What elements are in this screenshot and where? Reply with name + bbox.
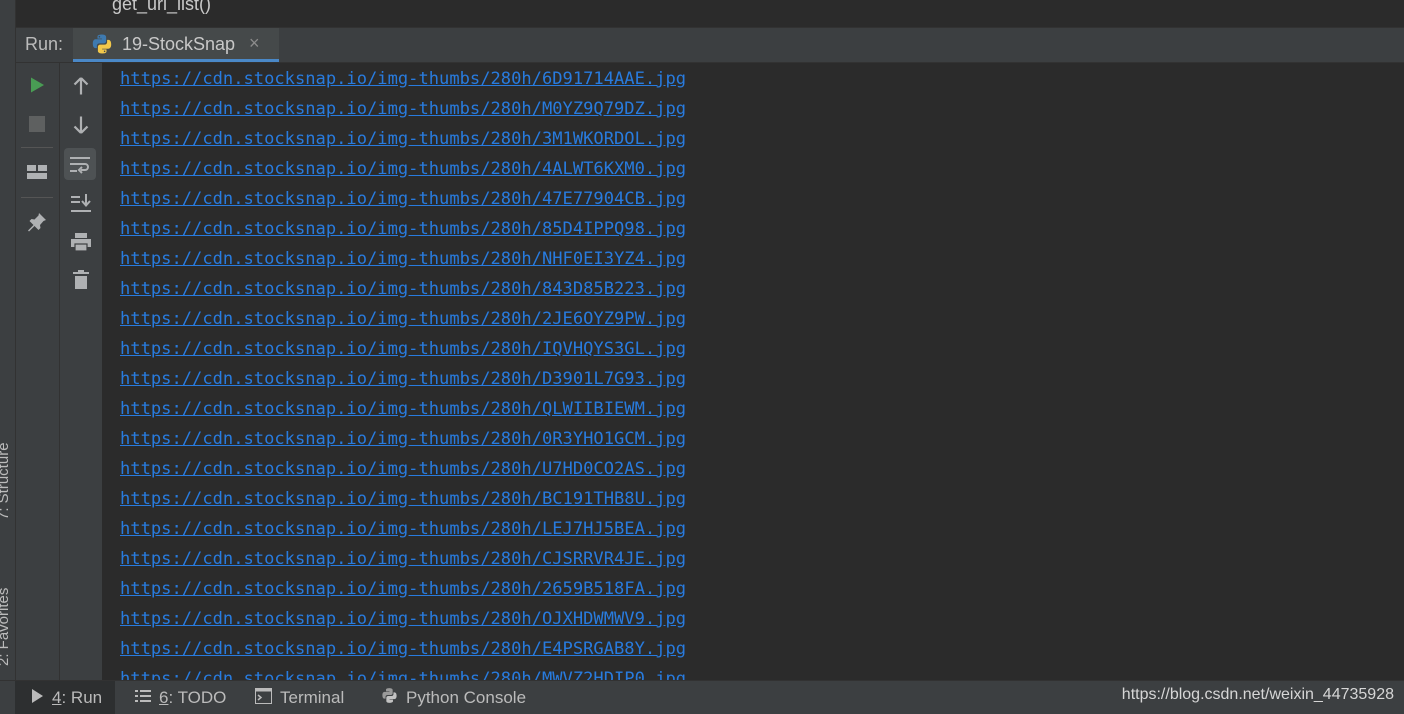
console-output[interactable]: https://cdn.stocksnap.io/img-thumbs/280h… xyxy=(103,63,1404,680)
print-icon xyxy=(70,232,92,252)
console-link[interactable]: https://cdn.stocksnap.io/img-thumbs/280h… xyxy=(120,184,686,214)
console-link[interactable]: https://cdn.stocksnap.io/img-thumbs/280h… xyxy=(120,64,686,94)
console-link[interactable]: https://cdn.stocksnap.io/img-thumbs/280h… xyxy=(120,214,686,244)
pin-tab-button[interactable] xyxy=(21,206,53,238)
console-link[interactable]: https://cdn.stocksnap.io/img-thumbs/280h… xyxy=(120,544,686,574)
editor-code-line: get_url_list() xyxy=(112,0,212,14)
scroll-to-end-icon xyxy=(70,193,92,213)
pin-icon xyxy=(27,212,47,232)
console-link[interactable]: https://cdn.stocksnap.io/img-thumbs/280h… xyxy=(120,574,686,604)
stop-icon xyxy=(29,116,45,132)
run-tab-title: 19-StockSnap xyxy=(122,34,236,54)
layout-icon xyxy=(27,163,47,181)
arrow-up-icon xyxy=(72,76,90,96)
console-link[interactable]: https://cdn.stocksnap.io/img-thumbs/280h… xyxy=(120,94,686,124)
run-tool-label: : Run xyxy=(61,688,103,707)
play-icon xyxy=(30,688,44,709)
console-link[interactable]: https://cdn.stocksnap.io/img-thumbs/280h… xyxy=(120,124,686,154)
console-link[interactable]: https://cdn.stocksnap.io/img-thumbs/280h… xyxy=(120,664,686,680)
console-link[interactable]: https://cdn.stocksnap.io/img-thumbs/280h… xyxy=(120,274,686,304)
structure-tab-label: 7: Structure xyxy=(0,442,12,520)
python-console-tool-label: Python Console xyxy=(406,688,527,707)
python-console-tool-button[interactable]: Python Console xyxy=(381,681,526,714)
console-link[interactable]: https://cdn.stocksnap.io/img-thumbs/280h… xyxy=(120,514,686,544)
soft-wrap-button[interactable] xyxy=(64,148,96,180)
restore-layout-button[interactable] xyxy=(21,156,53,188)
run-tool-header: Run: 19-StockSnap × xyxy=(16,28,1404,63)
python-file-icon xyxy=(91,33,113,55)
rerun-button[interactable] xyxy=(21,69,53,101)
stop-button[interactable] xyxy=(21,108,53,140)
console-link[interactable]: https://cdn.stocksnap.io/img-thumbs/280h… xyxy=(120,334,686,364)
console-link[interactable]: https://cdn.stocksnap.io/img-thumbs/280h… xyxy=(120,454,686,484)
favorites-tab-label: 2: Favorites xyxy=(0,587,12,666)
soft-wrap-icon xyxy=(69,154,91,174)
console-link[interactable]: https://cdn.stocksnap.io/img-thumbs/280h… xyxy=(120,634,686,664)
run-config-tab[interactable]: 19-StockSnap × xyxy=(73,28,279,62)
editor-area[interactable]: get_url_list() xyxy=(16,0,1404,28)
run-mnemonic: 4 xyxy=(52,688,62,707)
terminal-tool-button[interactable]: Terminal xyxy=(255,681,344,714)
console-link[interactable]: https://cdn.stocksnap.io/img-thumbs/280h… xyxy=(120,394,686,424)
run-toolbar-primary xyxy=(16,63,60,680)
console-link[interactable]: https://cdn.stocksnap.io/img-thumbs/280h… xyxy=(120,604,686,634)
run-tool-button[interactable]: 4: Run xyxy=(15,681,116,714)
run-icon xyxy=(28,76,46,94)
close-tab-icon[interactable]: × xyxy=(249,33,260,54)
trash-icon xyxy=(72,270,90,290)
console-link[interactable]: https://cdn.stocksnap.io/img-thumbs/280h… xyxy=(120,484,686,514)
scroll-to-end-button[interactable] xyxy=(65,187,97,219)
console-link[interactable]: https://cdn.stocksnap.io/img-thumbs/280h… xyxy=(120,244,686,274)
todo-tool-label: : TODO xyxy=(168,688,227,707)
ide-window: get_url_list() 7: Structure 2: Favorites… xyxy=(0,0,1404,714)
structure-tool-tab[interactable]: 7: Structure xyxy=(0,398,15,522)
active-tab-underline xyxy=(73,59,279,62)
previous-occurrence-button[interactable] xyxy=(65,70,97,102)
console-link[interactable]: https://cdn.stocksnap.io/img-thumbs/280h… xyxy=(120,304,686,334)
print-button[interactable] xyxy=(65,226,97,258)
left-tool-stripe: 7: Structure 2: Favorites xyxy=(0,0,16,680)
watermark-url: https://blog.csdn.net/weixin_44735928 xyxy=(1121,686,1394,703)
clear-all-button[interactable] xyxy=(65,264,97,296)
run-toolbar-console xyxy=(60,63,103,680)
favorites-tool-tab[interactable]: 2: Favorites xyxy=(0,548,15,666)
terminal-icon xyxy=(255,687,272,709)
console-link[interactable]: https://cdn.stocksnap.io/img-thumbs/280h… xyxy=(120,154,686,184)
terminal-tool-label: Terminal xyxy=(280,688,345,707)
tool-window-bar: 4: Run 6: TODO Terminal Python Console h… xyxy=(0,680,1404,714)
arrow-down-icon xyxy=(72,115,90,135)
todo-mnemonic: 6 xyxy=(159,688,169,707)
next-occurrence-button[interactable] xyxy=(65,109,97,141)
run-label: Run: xyxy=(25,34,64,54)
list-icon xyxy=(135,688,151,708)
toolbar-separator xyxy=(21,197,53,198)
todo-tool-button[interactable]: 6: TODO xyxy=(135,681,226,714)
toolbar-separator xyxy=(21,147,53,148)
python-icon xyxy=(381,687,398,709)
console-link[interactable]: https://cdn.stocksnap.io/img-thumbs/280h… xyxy=(120,364,686,394)
console-link[interactable]: https://cdn.stocksnap.io/img-thumbs/280h… xyxy=(120,424,686,454)
